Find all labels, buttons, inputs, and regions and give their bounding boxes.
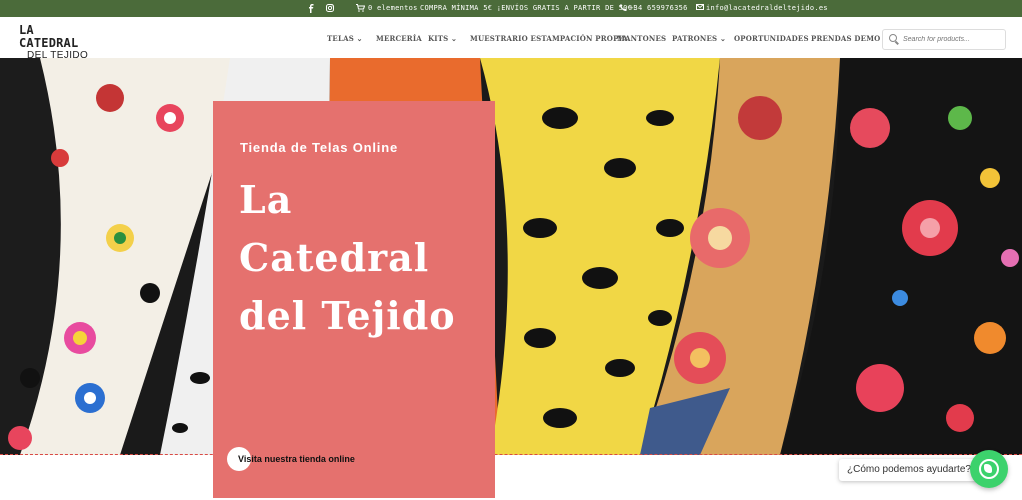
nav-muestrario[interactable]: MUESTRARIO ESTAMPACIÓN PROPIA	[470, 34, 628, 43]
nav-patrones[interactable]: PATRONES ⌄	[672, 34, 726, 43]
nav-telas[interactable]: TELAS ⌄	[327, 34, 363, 43]
shipping-promo: COMPRA MÍNIMA 5€ ¡ENVÍOS GRATIS A PARTIR…	[420, 4, 637, 12]
instagram-icon[interactable]	[326, 4, 334, 14]
hero-title-line-3: del Tejido	[239, 293, 456, 338]
hero-kicker: Tienda de Telas Online	[240, 140, 398, 155]
whatsapp-icon[interactable]	[970, 450, 1008, 488]
hero-card: Tienda de Telas Online La Catedral del T…	[213, 101, 495, 498]
phone-number[interactable]: +34 659976356	[629, 4, 688, 12]
main-header: LA CATEDRAL DEL TEJIDO TELAS ⌄ MERCERÍA …	[0, 17, 1022, 62]
facebook-icon[interactable]	[308, 4, 314, 15]
nav-kits[interactable]: KITS ⌄	[428, 34, 457, 43]
logo-line-1: LA CATEDRAL	[19, 23, 79, 50]
phone-icon	[620, 4, 627, 13]
hero-divider	[0, 454, 1022, 456]
whatsapp-prompt[interactable]: ¿Cómo podemos ayudarte?	[839, 459, 979, 481]
nav-oportunidades[interactable]: OPORTUNIDADES	[734, 34, 809, 43]
product-search[interactable]	[882, 29, 1006, 50]
cta-label: Visita nuestra tienda online	[238, 454, 355, 464]
top-bar: 0 elementos COMPRA MÍNIMA 5€ ¡ENVÍOS GRA…	[0, 0, 1022, 17]
mail-icon	[696, 4, 704, 12]
search-icon	[889, 34, 897, 42]
fabric-rolls-image	[0, 58, 1022, 455]
nav-mantones[interactable]: MANTONES	[617, 34, 666, 43]
email-link[interactable]: info@lacatedraldeltejido.es	[706, 4, 828, 12]
cart-count[interactable]: 0 elementos	[368, 4, 418, 12]
site-logo[interactable]: LA CATEDRAL DEL TEJIDO	[19, 24, 99, 62]
search-input[interactable]	[903, 32, 1001, 46]
hero-banner	[0, 58, 1022, 455]
hero-title: La Catedral del Tejido	[239, 171, 479, 345]
nav-merceria[interactable]: MERCERÍA	[376, 34, 422, 43]
hero-title-line-1: La	[239, 177, 293, 222]
nav-prendas-demo[interactable]: PRENDAS DEMO	[811, 34, 880, 43]
hero-title-line-2: Catedral	[239, 235, 430, 280]
cart-icon[interactable]	[356, 4, 366, 14]
whatsapp-handset	[984, 464, 992, 473]
